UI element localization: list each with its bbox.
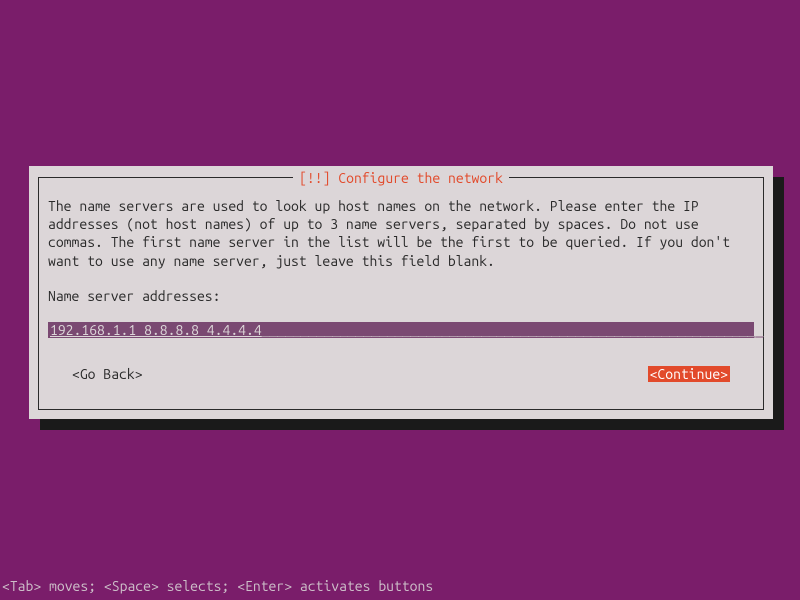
- nameserver-input-value: 192.168.1.1 8.8.8.8 4.4.4.4: [50, 322, 262, 338]
- configure-network-dialog: [!!] Configure the network The name serv…: [29, 166, 773, 419]
- footer-hint: <Tab> moves; <Space> selects; <Enter> ac…: [2, 578, 433, 594]
- nameserver-field-label: Name server addresses:: [48, 288, 754, 304]
- continue-button[interactable]: <Continue>: [648, 366, 730, 382]
- dialog-description: The name servers are used to look up hos…: [48, 197, 754, 270]
- dialog-title: [!!] Configure the network: [293, 170, 509, 186]
- nameserver-input[interactable]: 192.168.1.1 8.8.8.8 4.4.4.4_____________…: [48, 322, 754, 338]
- go-back-button[interactable]: <Go Back>: [72, 366, 143, 382]
